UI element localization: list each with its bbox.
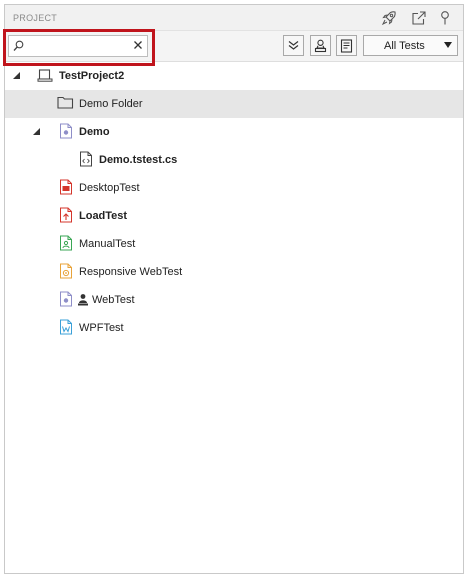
expanded-arrow-icon[interactable] xyxy=(33,128,40,135)
pin-icon[interactable] xyxy=(435,9,455,27)
toolbar: All Tests xyxy=(3,29,463,66)
demo-file-label: Demo.tstest.cs xyxy=(99,154,178,166)
tree-item-load-test[interactable]: LoadTest xyxy=(5,202,463,230)
dropdown-arrow-icon xyxy=(444,42,452,48)
desktop-test-label: DesktopTest xyxy=(79,182,140,194)
user-filter-button[interactable] xyxy=(310,35,331,56)
web-test-label: WebTest xyxy=(92,294,135,306)
tree-item-wpf-test[interactable]: WPFTest xyxy=(5,314,463,342)
manual-test-label: ManualTest xyxy=(79,238,136,250)
load-test-icon xyxy=(59,207,75,224)
project-panel: PROJECT All Tests TestProject2 Demo Fold… xyxy=(3,4,464,574)
web-test-icon xyxy=(59,123,75,140)
test-filter-value: All Tests xyxy=(384,40,425,52)
wpf-test-icon xyxy=(59,319,75,336)
responsive-test-icon xyxy=(59,263,75,280)
collapse-all-button[interactable] xyxy=(283,35,304,56)
folder-icon xyxy=(57,95,74,112)
wpf-test-label: WPFTest xyxy=(79,322,124,334)
owner-user-icon xyxy=(77,293,89,306)
search-box[interactable] xyxy=(8,35,148,57)
tree-item-demo-file[interactable]: Demo.tstest.cs xyxy=(5,146,463,174)
tree-item-project[interactable]: TestProject2 xyxy=(5,62,463,90)
search-icon xyxy=(13,40,24,55)
load-test-label: LoadTest xyxy=(79,210,128,222)
project-icon xyxy=(37,67,53,84)
web-test-icon xyxy=(59,291,75,308)
manual-test-icon xyxy=(59,235,75,252)
demo-folder-label: Demo Folder xyxy=(79,98,143,110)
tree-item-manual-test[interactable]: ManualTest xyxy=(5,230,463,258)
expanded-arrow-icon[interactable] xyxy=(13,72,20,79)
tree-item-desktop-test[interactable]: DesktopTest xyxy=(5,174,463,202)
tree-item-web-test[interactable]: WebTest xyxy=(5,286,463,314)
desktop-test-icon xyxy=(59,179,75,196)
test-filter-dropdown[interactable]: All Tests xyxy=(363,35,458,56)
panel-header: PROJECT xyxy=(5,5,463,31)
responsive-web-test-label: Responsive WebTest xyxy=(79,266,183,278)
double-chevron-down-icon xyxy=(288,41,299,50)
external-open-icon[interactable] xyxy=(409,9,429,27)
user-icon xyxy=(314,39,327,52)
tree-item-demo[interactable]: Demo xyxy=(5,118,463,146)
tree-item-responsive-web-test[interactable]: Responsive WebTest xyxy=(5,258,463,286)
properties-button[interactable] xyxy=(336,35,357,56)
tree-item-demo-folder[interactable]: Demo Folder xyxy=(5,90,463,118)
project-label: TestProject2 xyxy=(59,70,125,82)
code-file-icon xyxy=(79,151,95,168)
panel-title: PROJECT xyxy=(13,13,58,23)
clear-search-icon[interactable] xyxy=(133,40,143,53)
demo-label: Demo xyxy=(79,126,110,138)
rocket-icon[interactable] xyxy=(379,9,399,27)
document-list-icon xyxy=(340,38,353,53)
search-input[interactable] xyxy=(27,38,127,54)
